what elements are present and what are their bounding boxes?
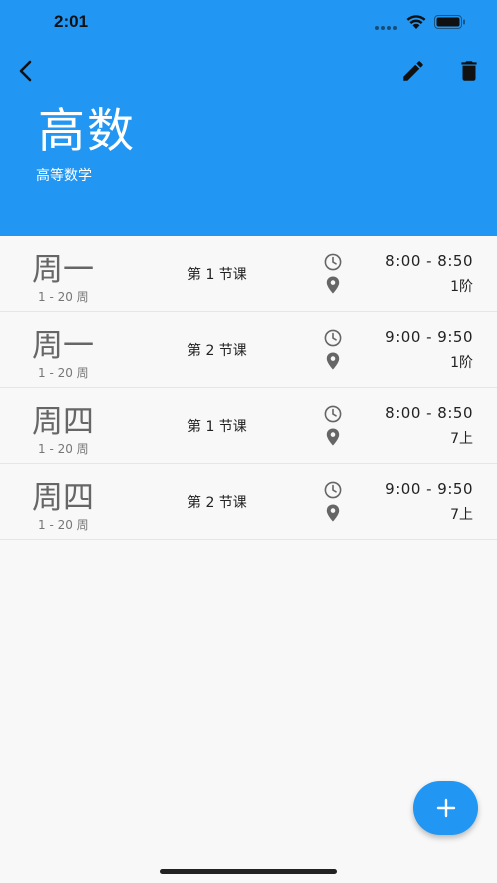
location-pin-icon <box>326 504 340 522</box>
schedule-period: 第 1 节课 <box>187 267 247 283</box>
schedule-day: 周一 <box>32 252 94 288</box>
trash-icon <box>461 61 477 81</box>
schedule-period: 第 2 节课 <box>187 495 247 511</box>
schedule-day: 周一 <box>32 328 94 364</box>
battery-icon <box>434 15 465 29</box>
location-pin-icon <box>326 352 340 370</box>
schedule-row[interactable]: 周一 1 - 20 周 第 2 节课 9:00 - 9:50 1阶 <box>0 312 497 388</box>
schedule-day: 周四 <box>32 480 94 516</box>
clock-icon <box>324 481 342 499</box>
schedule-time: 9:00 - 9:50 <box>385 328 473 346</box>
home-indicator[interactable] <box>160 869 337 874</box>
cellular-signal-icon <box>375 26 397 30</box>
schedule-period: 第 1 节课 <box>187 419 247 435</box>
schedule-location: 7上 <box>450 507 473 523</box>
course-subtitle: 高等数学 <box>36 168 92 184</box>
delete-button[interactable] <box>456 58 482 84</box>
location-pin-icon <box>326 276 340 294</box>
schedule-time: 9:00 - 9:50 <box>385 480 473 498</box>
schedule-weeks: 1 - 20 周 <box>38 518 89 532</box>
clock-icon <box>324 405 342 423</box>
pencil-icon <box>403 61 423 81</box>
schedule-list: 周一 1 - 20 周 第 1 节课 8:00 - 8:50 1阶 周一 1 -… <box>0 236 497 540</box>
status-bar: 2:01 <box>0 0 497 46</box>
wifi-icon <box>406 15 426 29</box>
schedule-weeks: 1 - 20 周 <box>38 366 89 380</box>
location-pin-icon <box>326 428 340 446</box>
schedule-row[interactable]: 周四 1 - 20 周 第 1 节课 8:00 - 8:50 7上 <box>0 388 497 464</box>
schedule-location: 1阶 <box>450 355 473 371</box>
schedule-row[interactable]: 周四 1 - 20 周 第 2 节课 9:00 - 9:50 7上 <box>0 464 497 540</box>
plus-icon <box>436 798 455 818</box>
add-schedule-button[interactable] <box>413 781 478 835</box>
back-button[interactable] <box>14 58 40 84</box>
status-time: 2:01 <box>54 12 89 31</box>
clock-icon <box>324 329 342 347</box>
schedule-period: 第 2 节课 <box>187 343 247 359</box>
edit-button[interactable] <box>400 58 426 84</box>
course-title: 高数 <box>38 104 136 159</box>
schedule-weeks: 1 - 20 周 <box>38 290 89 304</box>
schedule-day: 周四 <box>32 404 94 440</box>
schedule-row[interactable]: 周一 1 - 20 周 第 1 节课 8:00 - 8:50 1阶 <box>0 236 497 312</box>
schedule-location: 1阶 <box>450 279 473 295</box>
schedule-time: 8:00 - 8:50 <box>385 252 473 270</box>
schedule-location: 7上 <box>450 431 473 447</box>
clock-icon <box>324 253 342 271</box>
course-header: 2:01 高数 高等数学 <box>0 0 497 236</box>
back-arrow-icon <box>19 60 32 82</box>
schedule-time: 8:00 - 8:50 <box>385 404 473 422</box>
schedule-weeks: 1 - 20 周 <box>38 442 89 456</box>
